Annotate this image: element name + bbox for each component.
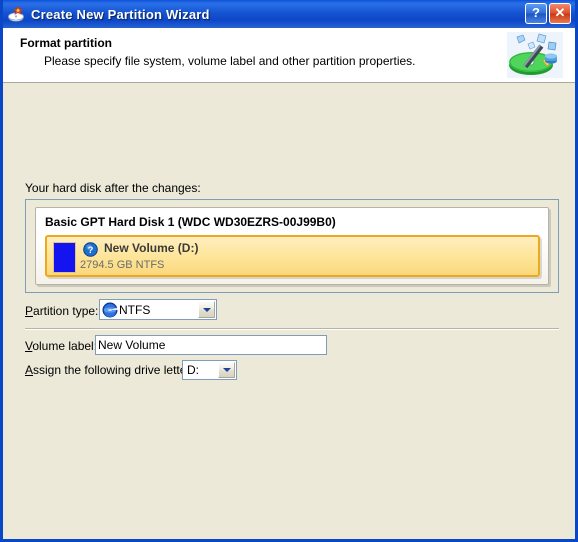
- drive-letter-label: Assign the following drive letter:: [25, 363, 194, 377]
- page-title: Format partition: [20, 36, 112, 50]
- partition-type-label: Partition type:: [25, 304, 98, 318]
- svg-text:?: ?: [88, 245, 94, 256]
- disk-preview-groupbox: Basic GPT Hard Disk 1 (WDC WD30EZRS-00J9…: [25, 199, 559, 293]
- volume-color-block: [53, 242, 76, 273]
- partition-type-combobox[interactable]: NTFS: [99, 299, 217, 320]
- page-subtitle: Please specify file system, volume label…: [44, 54, 416, 68]
- help-button[interactable]: ?: [525, 3, 547, 24]
- disk-drive-icon: [102, 302, 118, 318]
- create-new-partition-wizard-window: Create New Partition Wizard ? ✕ Format p…: [0, 0, 578, 542]
- wizard-page-header: Format partition Please specify file sys…: [3, 28, 575, 83]
- help-button-label: ?: [532, 5, 540, 20]
- volume-name: New Volume (D:): [104, 241, 199, 255]
- volume-label-label: Volume label:: [25, 339, 97, 353]
- drive-letter-label-accel: A: [25, 363, 34, 377]
- disk-title: Basic GPT Hard Disk 1 (WDC WD30EZRS-00J9…: [45, 215, 336, 229]
- window-controls: ? ✕: [525, 3, 571, 24]
- partition-type-value: NTFS: [119, 302, 151, 317]
- partition-wizard-icon: [8, 5, 26, 23]
- volume-size: 2794.5 GB NTFS: [80, 259, 165, 271]
- partition-type-label-rest: artition type:: [33, 304, 99, 318]
- disk-preview-caption: Your hard disk after the changes:: [25, 181, 201, 195]
- close-button[interactable]: ✕: [549, 3, 571, 24]
- format-partition-icon: [505, 31, 565, 79]
- volume-label-label-rest: olume label:: [32, 339, 98, 353]
- volume-bar[interactable]: ? New Volume (D:) 2794.5 GB NTFS: [45, 235, 540, 277]
- window-title: Create New Partition Wizard: [31, 6, 210, 22]
- drive-letter-combobox[interactable]: D:: [182, 360, 237, 380]
- drive-letter-label-rest: ssign the following drive letter:: [33, 363, 194, 377]
- drive-letter-value: D:: [187, 363, 199, 377]
- volume-label-input[interactable]: [95, 335, 327, 355]
- title-bar[interactable]: Create New Partition Wizard ? ✕: [3, 0, 575, 28]
- close-button-label: ✕: [554, 5, 566, 20]
- wizard-page-body: Your hard disk after the changes: Basic …: [3, 83, 575, 539]
- chevron-down-icon[interactable]: [198, 301, 215, 318]
- partition-type-label-accel: P: [25, 304, 34, 318]
- section-separator: [25, 328, 559, 330]
- chevron-down-icon[interactable]: [218, 362, 235, 378]
- disk-panel[interactable]: Basic GPT Hard Disk 1 (WDC WD30EZRS-00J9…: [35, 207, 549, 285]
- question-mark-icon: ?: [83, 242, 98, 257]
